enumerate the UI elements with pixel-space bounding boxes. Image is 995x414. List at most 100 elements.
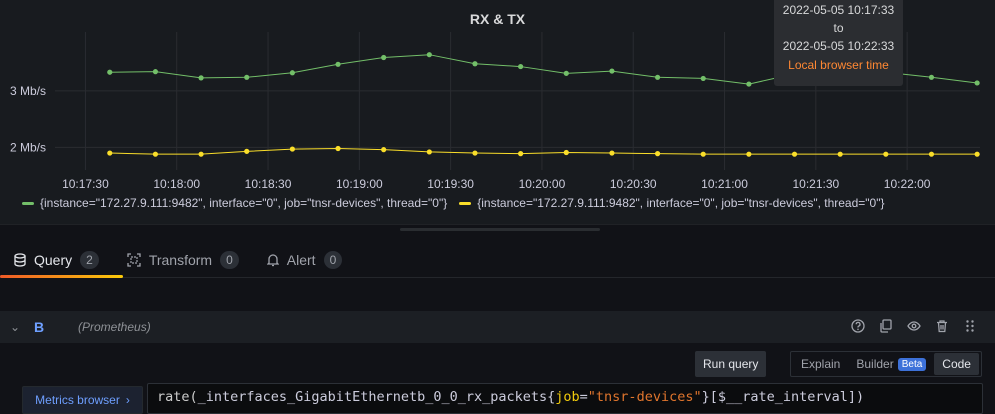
query-row-header[interactable]: ⌄ B (Prometheus) xyxy=(0,311,995,343)
legend-swatch-yellow xyxy=(459,201,472,205)
x-tick-label: 10:17:30 xyxy=(62,177,109,191)
legend-swatch-green xyxy=(22,201,34,205)
data-point[interactable] xyxy=(974,80,980,86)
tooltip-to: 2022-05-05 10:22:33 xyxy=(782,39,895,53)
data-point[interactable] xyxy=(198,151,204,157)
x-tick-label: 10:21:30 xyxy=(792,177,839,191)
data-point[interactable] xyxy=(381,54,387,61)
x-tick-label: 10:20:00 xyxy=(519,177,566,191)
data-point[interactable] xyxy=(426,149,432,155)
x-tick-label: 10:20:30 xyxy=(610,177,657,191)
data-point[interactable] xyxy=(700,75,706,82)
mode-builder-button[interactable]: Builder Beta xyxy=(848,353,934,375)
drag-handle-icon[interactable] xyxy=(963,319,977,333)
data-point[interactable] xyxy=(609,150,615,156)
data-point[interactable] xyxy=(426,52,432,58)
data-point[interactable] xyxy=(654,74,661,80)
data-point[interactable] xyxy=(198,75,204,81)
active-tab-indicator xyxy=(0,275,123,278)
x-tick-label: 10:18:00 xyxy=(153,177,200,191)
data-point[interactable] xyxy=(289,146,295,152)
query-tabs: Query 2 Transform 0 Alert 0 xyxy=(0,246,356,278)
eye-icon[interactable] xyxy=(907,319,921,333)
data-point[interactable] xyxy=(107,69,113,75)
query-ref-id[interactable]: B xyxy=(34,319,78,335)
data-point[interactable] xyxy=(472,150,478,156)
data-point[interactable] xyxy=(563,70,569,76)
beta-badge: Beta xyxy=(897,357,927,371)
data-point[interactable] xyxy=(381,147,387,153)
data-point[interactable] xyxy=(563,149,569,156)
tab-transform[interactable]: Transform 0 xyxy=(113,246,253,274)
data-point[interactable] xyxy=(746,151,752,157)
mode-explain-toggle[interactable]: Explain xyxy=(793,353,848,375)
x-tick-label: 10:21:00 xyxy=(701,177,748,191)
expr-label-value: "tnsr-devices" xyxy=(587,389,702,405)
expr-metric: _interfaces_GigabitEthernetb_0_0_rx_pack… xyxy=(197,389,556,405)
query-expression-editor[interactable]: rate(_interfaces_GigabitEthernetb_0_0_rx… xyxy=(147,383,983,414)
trash-icon[interactable] xyxy=(935,319,949,333)
metrics-browser-button[interactable]: Metrics browser › xyxy=(22,386,143,414)
expr-function: rate( xyxy=(157,389,198,405)
pane-resize-handle[interactable] xyxy=(400,228,600,231)
chevron-down-icon[interactable]: ⌄ xyxy=(0,320,30,334)
x-tick-label: 10:22:00 xyxy=(884,177,931,191)
data-point[interactable] xyxy=(244,148,250,154)
help-icon[interactable] xyxy=(851,319,865,333)
tab-alert[interactable]: Alert 0 xyxy=(253,246,356,274)
series-line xyxy=(109,148,978,155)
data-point[interactable] xyxy=(289,70,295,76)
data-point[interactable] xyxy=(244,74,250,80)
mode-label: Code xyxy=(942,357,971,371)
tooltip-timezone: Local browser time xyxy=(788,58,889,72)
expr-label-name: job xyxy=(555,389,580,405)
data-point[interactable] xyxy=(928,74,935,80)
data-point[interactable] xyxy=(335,61,341,67)
y-tick-label: 3 Mb/s xyxy=(10,84,46,98)
editor-mode-toggle: Explain Builder Beta Code xyxy=(790,351,982,377)
database-icon xyxy=(14,253,26,267)
data-point[interactable] xyxy=(472,61,478,67)
time-range-tooltip: 2022-05-05 10:17:33 to 2022-05-05 10:22:… xyxy=(774,0,903,86)
mode-code-button[interactable]: Code xyxy=(934,353,979,375)
expr-operator: = xyxy=(579,389,588,405)
data-point[interactable] xyxy=(928,151,935,157)
data-point[interactable] xyxy=(152,69,159,75)
x-tick-label: 10:18:30 xyxy=(245,177,292,191)
chevron-right-icon: › xyxy=(125,393,130,407)
query-row-actions xyxy=(851,319,977,333)
data-point[interactable] xyxy=(837,151,843,157)
duplicate-icon[interactable] xyxy=(879,319,893,333)
legend-label: {instance="172.27.9.111:9482", interface… xyxy=(477,196,885,210)
data-point[interactable] xyxy=(609,68,615,74)
bell-icon xyxy=(266,254,279,267)
data-point[interactable] xyxy=(107,150,113,156)
x-tick-label: 10:19:30 xyxy=(427,177,474,191)
tab-label: Alert xyxy=(286,252,316,268)
data-point[interactable] xyxy=(883,151,889,157)
transform-icon xyxy=(127,253,141,267)
data-point[interactable] xyxy=(791,151,798,157)
x-tick-label: 10:19:00 xyxy=(336,177,383,191)
data-point[interactable] xyxy=(152,151,159,157)
data-point[interactable] xyxy=(700,151,706,157)
legend-item-rx[interactable]: {instance="172.27.9.111:9482", interface… xyxy=(22,196,447,210)
data-point[interactable] xyxy=(335,145,341,152)
data-point[interactable] xyxy=(518,151,524,157)
legend-item-tx[interactable]: {instance="172.27.9.111:9482", interface… xyxy=(459,196,885,210)
data-point[interactable] xyxy=(746,81,752,87)
legend: {instance="172.27.9.111:9482", interface… xyxy=(22,196,885,210)
expr-range: }[$__rate_interval]) xyxy=(701,389,865,405)
tab-query[interactable]: Query 2 xyxy=(0,246,113,274)
datasource-name: (Prometheus) xyxy=(78,320,151,334)
tooltip-to-word: to xyxy=(833,21,844,35)
mode-label: Explain xyxy=(801,357,841,371)
data-point[interactable] xyxy=(518,63,524,70)
data-point[interactable] xyxy=(654,151,661,157)
data-point[interactable] xyxy=(974,151,980,157)
tab-count-badge: 0 xyxy=(323,251,343,269)
mode-label: Builder xyxy=(856,357,894,371)
tab-label: Transform xyxy=(148,252,213,268)
metrics-browser-label: Metrics browser xyxy=(35,393,120,407)
run-query-button[interactable]: Run query xyxy=(695,351,767,377)
